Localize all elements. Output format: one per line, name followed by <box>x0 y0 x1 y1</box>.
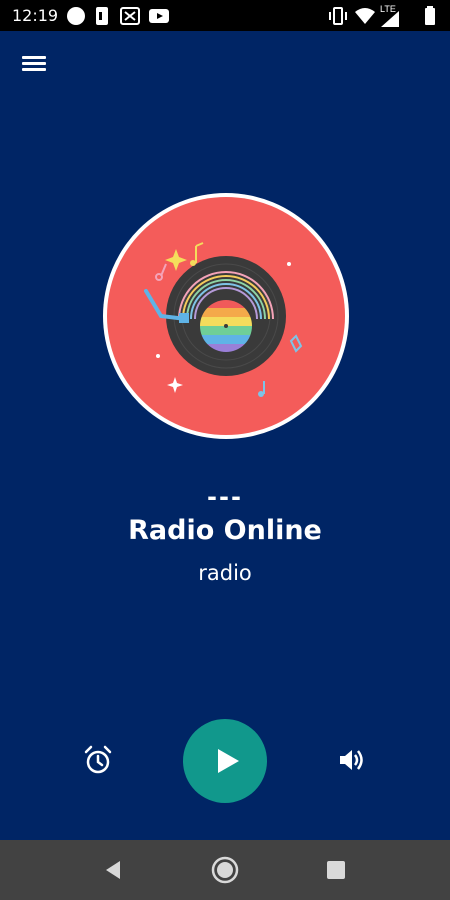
alarm-clock-icon <box>84 745 112 774</box>
wifi-icon <box>355 8 375 24</box>
gallery-icon <box>120 7 140 25</box>
sim-icon <box>96 7 108 25</box>
station-genre: radio <box>198 561 252 585</box>
hamburger-menu-icon <box>22 56 50 71</box>
signal-icon <box>381 11 399 27</box>
nav-back-button[interactable] <box>98 854 130 886</box>
player-screen: --- Radio Online radio <box>0 31 450 840</box>
nav-home-button[interactable] <box>209 854 241 886</box>
play-button[interactable] <box>183 719 267 803</box>
status-bar: 12:19 LTE <box>0 0 450 31</box>
now-playing-separator: --- <box>207 483 243 511</box>
vibrate-icon <box>329 7 347 25</box>
play-icon <box>218 749 239 773</box>
youtube-icon <box>149 9 169 23</box>
nav-recents-button[interactable] <box>320 854 352 886</box>
volume-button[interactable] <box>334 743 368 777</box>
status-time: 12:19 <box>12 6 59 25</box>
system-nav-bar <box>0 840 450 900</box>
station-name: Radio Online <box>128 515 322 546</box>
home-icon <box>211 856 239 884</box>
back-icon <box>106 861 120 879</box>
battery-icon <box>425 6 435 25</box>
circle-notification-icon <box>67 7 85 25</box>
recents-icon <box>327 861 345 879</box>
volume-icon <box>340 750 363 770</box>
menu-button[interactable] <box>22 53 50 77</box>
album-art <box>103 193 349 439</box>
alarm-button[interactable] <box>81 743 115 777</box>
